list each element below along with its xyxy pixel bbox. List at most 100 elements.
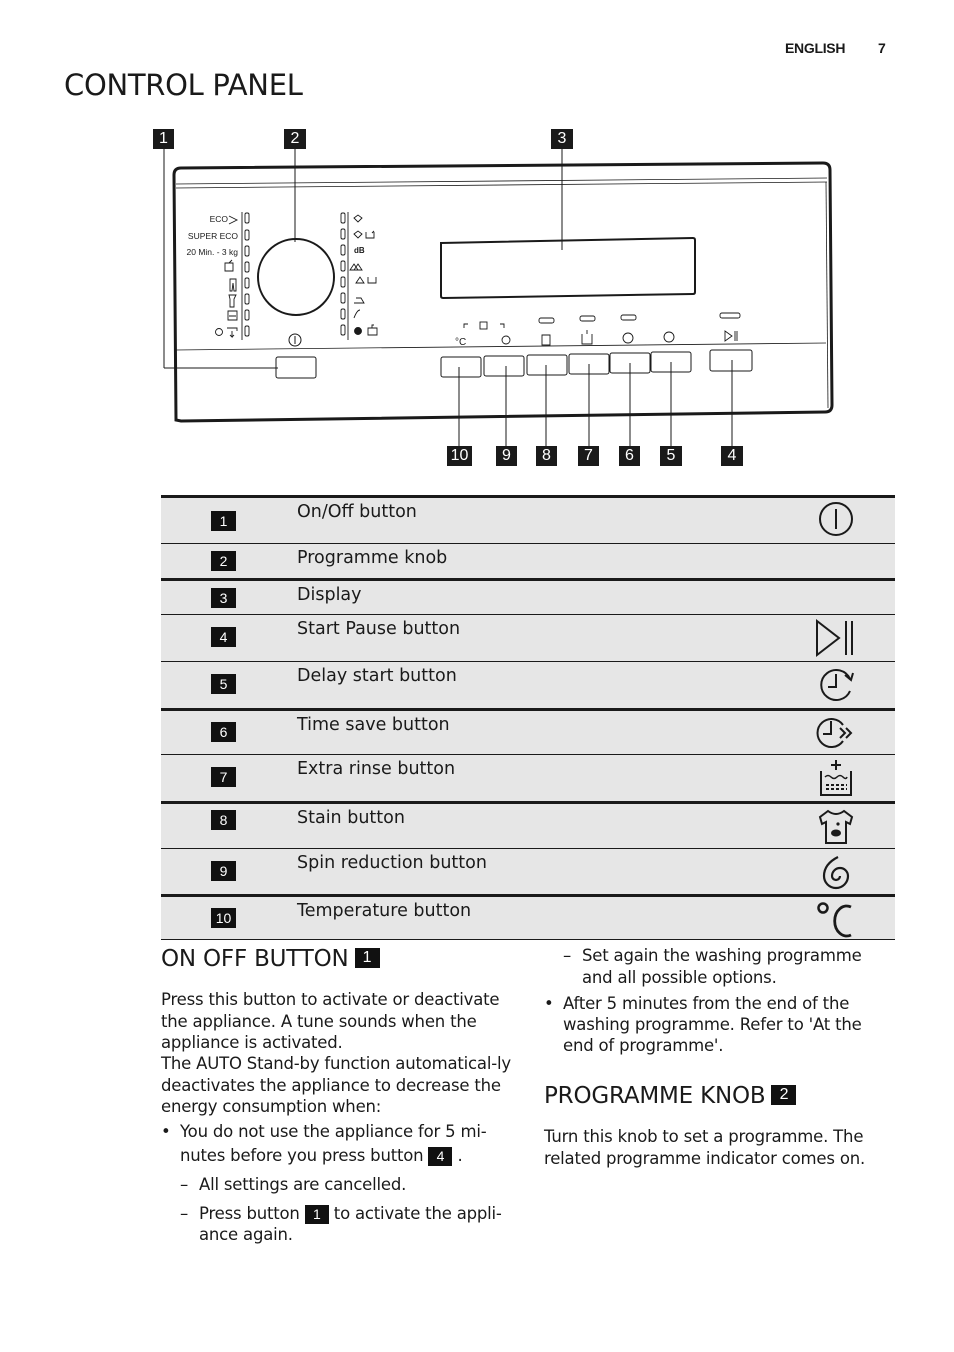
display-screen	[440, 236, 696, 300]
dash-marker: –	[563, 946, 572, 965]
row-label: Stain button	[297, 808, 405, 828]
jeans-icon	[229, 278, 237, 292]
on-off-para2: The AUTO Stand-by function automatical-l…	[161, 1054, 511, 1116]
mixed-icon	[224, 259, 234, 272]
bullet-marker: •	[161, 1122, 171, 1141]
row-label: Delay start button	[297, 666, 457, 686]
row-number: 2	[211, 551, 236, 571]
dash-item: – All settings are cancelled.	[180, 1174, 520, 1196]
timesave-small-icon	[622, 332, 634, 344]
row-label: Temperature button	[297, 901, 472, 921]
bullet-text-1b-end: .	[457, 1146, 463, 1165]
control-panel-diagram: ECO SUPER ECO 20 Min. - 3 kg dB °C	[163, 149, 834, 446]
dash-text-2c: ance again.	[199, 1225, 293, 1244]
table-row: 3 Display	[161, 578, 895, 614]
bullet-marker: •	[544, 994, 554, 1013]
programme-knob-heading-text: PROGRAMME KNOB	[544, 1083, 766, 1109]
callout-8: 8	[536, 446, 557, 466]
dash-text-1: All settings are cancelled.	[199, 1175, 407, 1194]
extra-rinse-icon	[813, 757, 859, 799]
db-label: dB	[354, 246, 365, 255]
programme-knob-heading: PROGRAMME KNOB 2	[544, 1083, 797, 1109]
temp-symbol-small: °C	[455, 337, 466, 348]
on-off-heading-ref: 1	[354, 948, 380, 968]
prog-super-eco: SUPER ECO	[188, 231, 238, 241]
row-number: 10	[211, 908, 236, 928]
on-off-para1: Press this button to activate or deactiv…	[161, 990, 500, 1052]
row-number: 8	[211, 810, 236, 830]
ref-button-4: 4	[428, 1147, 453, 1166]
dash-text-3b: and all possible options.	[582, 968, 777, 987]
dash-marker: –	[180, 1175, 189, 1194]
callout-6: 6	[619, 446, 640, 466]
callout-9: 9	[496, 446, 517, 466]
row-number: 7	[211, 767, 236, 787]
programme-knob	[257, 238, 335, 316]
shirt-icon	[228, 294, 237, 308]
row-label: Spin reduction button	[297, 853, 487, 873]
table-row: 4 Start Pause button	[161, 614, 895, 661]
dash-item: – Set again the washing programme and al…	[563, 945, 893, 991]
table-row: 10 Temperature button	[161, 894, 895, 939]
callout-4: 4	[721, 446, 743, 466]
rinse-small-icon	[581, 330, 593, 345]
dash-text-2: Press button 1 to activate the appli-	[199, 1203, 502, 1225]
option-icons	[501, 330, 738, 346]
table-row: 1 On/Off button	[161, 495, 895, 543]
table-row: 5 Delay start button	[161, 661, 895, 708]
programme-knob-para: Turn this knob to set a programme. The r…	[544, 1127, 866, 1168]
row-number: 4	[211, 627, 236, 647]
power-icon	[813, 498, 859, 540]
dash-text-2a: Press button	[199, 1204, 300, 1223]
row-number: 1	[211, 511, 236, 531]
bullet-text-1b: nutes before you press button 4 .	[180, 1145, 463, 1167]
dash-marker: –	[180, 1204, 189, 1223]
panel-outline	[172, 161, 834, 423]
row-number: 5	[211, 674, 236, 694]
dash-text-3a: Set again the washing programme	[582, 946, 862, 965]
on-off-button-shape	[275, 356, 317, 379]
dash-item: – Press button 1 to activate the appli- …	[180, 1203, 520, 1249]
left-indicators	[241, 212, 250, 340]
play-pause-icon	[813, 617, 859, 659]
row-number: 3	[211, 588, 236, 608]
row-label: Start Pause button	[297, 619, 461, 639]
bullet-item: • After 5 minutes from the end of the wa…	[544, 993, 894, 1059]
control-panel-table: 1 On/Off button 2 Programme knob 3 Displ…	[161, 495, 895, 939]
dash-text-2b: to activate the appli-	[333, 1204, 502, 1223]
rinse-icon	[227, 310, 238, 321]
callout-5: 5	[660, 446, 682, 466]
row-number: 6	[211, 722, 236, 742]
table-row: 9 Spin reduction button	[161, 848, 895, 894]
callout-10: 10	[447, 446, 472, 466]
power-symbol-icon	[288, 333, 302, 347]
spin-small-icon	[501, 335, 511, 345]
prog-20min: 20 Min. - 3 kg	[187, 247, 239, 257]
table-row: 7 Extra rinse button	[161, 754, 895, 801]
ref-button-1: 1	[304, 1205, 329, 1224]
callout-7: 7	[578, 446, 599, 466]
table-row: 6 Time save button	[161, 708, 895, 754]
play-pause-small-icon	[724, 330, 738, 342]
bullet-text-2b: washing programme. Refer to 'At the	[563, 1015, 862, 1034]
row-label: Display	[297, 585, 362, 605]
stain-small-icon	[541, 334, 551, 346]
table-row: 8 Stain button	[161, 801, 895, 848]
delay-clock-icon	[813, 664, 859, 706]
temperature-icon	[813, 898, 859, 940]
spin-drain-icon	[215, 328, 223, 336]
table-bottom-border	[161, 939, 895, 940]
row-label: Extra rinse button	[297, 759, 456, 779]
row-label: Time save button	[297, 715, 450, 735]
spin-icon	[813, 851, 859, 893]
option-indicators	[463, 312, 741, 330]
right-programme-icons	[349, 214, 378, 336]
table-row: 2 Programme knob	[161, 543, 895, 578]
delay-small-icon	[663, 331, 675, 343]
prog-eco: ECO	[210, 214, 229, 224]
bullet-text-2a: After 5 minutes from the end of the	[563, 994, 850, 1013]
time-save-icon	[813, 712, 859, 754]
row-label: On/Off button	[297, 502, 417, 522]
on-off-heading-text: ON OFF BUTTON	[161, 946, 349, 972]
right-indicators	[340, 212, 349, 340]
